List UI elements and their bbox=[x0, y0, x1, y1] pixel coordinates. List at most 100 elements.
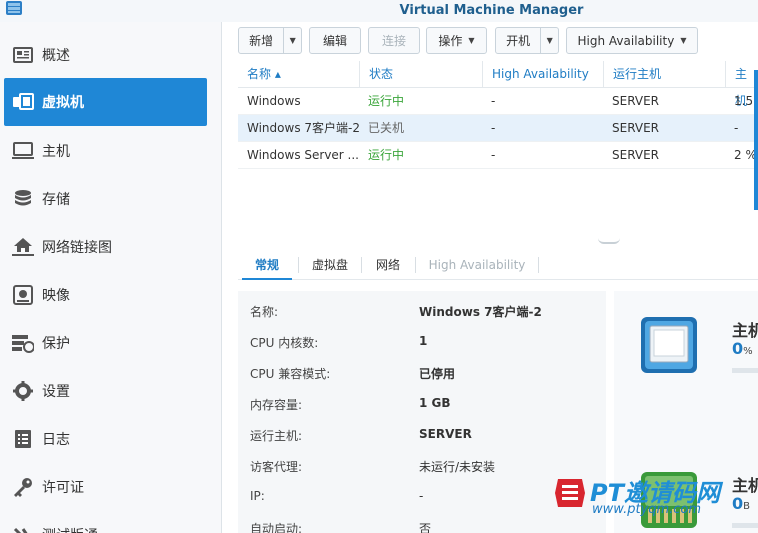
vm-table: 名称 ▴ 状态 High Availability 运行主机 主机 Window… bbox=[238, 61, 758, 231]
chevron-down-icon: ▼ bbox=[468, 36, 475, 45]
sidebar-item-label: 网络链接图 bbox=[42, 240, 112, 256]
tab-high-availability: High Availability bbox=[428, 258, 526, 272]
info-row-autostart: 自动启动: 否 bbox=[238, 513, 606, 533]
overview-icon bbox=[12, 44, 34, 66]
table-header: 名称 ▴ 状态 High Availability 运行主机 主机 bbox=[238, 61, 758, 108]
power-on-button[interactable]: 开机 bbox=[496, 28, 542, 53]
info-label: CPU 内核数: bbox=[250, 336, 319, 350]
table-row[interactable]: Windows 7客户端-2 已关机 - SERVER - bbox=[238, 115, 758, 142]
power-on-button-group: 开机 ▼ bbox=[495, 27, 559, 54]
tab-virtual-disk[interactable]: 虚拟盘 bbox=[300, 250, 360, 280]
edit-button[interactable]: 编辑 bbox=[309, 27, 361, 54]
vm-host: SERVER bbox=[612, 94, 660, 108]
tab-general[interactable]: 常规 bbox=[242, 250, 292, 280]
column-header-status[interactable]: 状态 bbox=[359, 61, 482, 88]
chevron-down-icon[interactable]: ▼ bbox=[284, 28, 301, 53]
info-row-running-host: 运行主机: SERVER bbox=[238, 420, 606, 451]
sidebar-item-overview[interactable]: 概述 bbox=[4, 31, 207, 79]
high-availability-button-label: High Availability bbox=[577, 33, 675, 48]
info-value: Windows 7客户端-2 bbox=[419, 305, 542, 319]
app-title: Virtual Machine Manager bbox=[399, 3, 584, 18]
table-scrollbar[interactable] bbox=[754, 70, 758, 210]
info-label: IP: bbox=[250, 489, 265, 503]
column-header-name[interactable]: 名称 ▴ bbox=[238, 61, 359, 88]
info-value: 1 bbox=[419, 334, 428, 348]
vm-name: Windows bbox=[247, 94, 301, 108]
sidebar-item-storage[interactable]: 存储 bbox=[4, 175, 207, 223]
sidebar-item-label: 保护 bbox=[42, 336, 70, 352]
table-row[interactable]: Windows Server ... 运行中 - SERVER 2 % bbox=[238, 142, 758, 169]
sidebar-item-virtual-machine[interactable]: 虚拟机 bbox=[4, 78, 207, 126]
tab-divider bbox=[415, 257, 416, 273]
tab-network[interactable]: 网络 bbox=[363, 250, 413, 280]
sidebar-item-image[interactable]: 映像 bbox=[4, 271, 207, 319]
vm-status: 运行中 bbox=[368, 94, 405, 108]
tab-divider bbox=[298, 257, 299, 273]
tab-divider bbox=[538, 257, 539, 273]
info-row-name: 名称: Windows 7客户端-2 bbox=[238, 296, 606, 327]
protection-icon bbox=[12, 332, 34, 354]
action-button[interactable]: 操作 ▼ bbox=[426, 27, 487, 54]
sidebar-item-host[interactable]: 主机 bbox=[4, 127, 207, 175]
watermark: PT邀请码网 www.ptyqm.com bbox=[552, 474, 758, 524]
panel-splitter-handle[interactable] bbox=[598, 238, 620, 244]
info-value: 否 bbox=[419, 522, 432, 533]
info-label: 自动启动: bbox=[250, 522, 303, 533]
sidebar-item-label: 日志 bbox=[42, 432, 70, 448]
info-label: 运行主机: bbox=[250, 429, 303, 443]
info-label: CPU 兼容模式: bbox=[250, 367, 331, 381]
info-row-memory: 内存容量: 1 GB bbox=[238, 389, 606, 420]
sidebar-item-label: 概述 bbox=[42, 48, 70, 64]
vm-status: 已关机 bbox=[368, 121, 405, 135]
sidebar-item-label: 测试版通 bbox=[42, 525, 98, 533]
info-row-guest-agent: 访客代理: 未运行/未安装 bbox=[238, 451, 606, 482]
sidebar-item-network[interactable]: 网络链接图 bbox=[4, 223, 207, 271]
sidebar-item-label: 许可证 bbox=[42, 480, 84, 496]
info-value: SERVER bbox=[419, 427, 472, 441]
sidebar-item-label: 映像 bbox=[42, 288, 70, 304]
info-label: 内存容量: bbox=[250, 398, 303, 412]
sidebar-item-settings[interactable]: 设置 bbox=[4, 367, 207, 415]
sidebar-item-protection[interactable]: 保护 bbox=[4, 319, 207, 367]
vm-host: SERVER bbox=[612, 121, 660, 135]
info-label: 访客代理: bbox=[250, 460, 303, 474]
vm-ha: - bbox=[491, 148, 496, 162]
network-icon bbox=[12, 236, 34, 258]
chevron-down-icon[interactable]: ▼ bbox=[541, 28, 558, 53]
info-value: - bbox=[419, 489, 424, 503]
connect-button: 连接 bbox=[368, 27, 420, 54]
sidebar-item-log[interactable]: 日志 bbox=[4, 415, 207, 463]
vm-ha: - bbox=[491, 121, 496, 135]
image-icon bbox=[12, 284, 34, 306]
vm-host: SERVER bbox=[612, 148, 660, 162]
vm-info-panel: 名称: Windows 7客户端-2 CPU 内核数: 1 CPU 兼容模式: … bbox=[238, 291, 606, 533]
vm-name: Windows Server ... bbox=[247, 148, 359, 162]
sidebar: 概述 虚拟机 主机 存储 网络链接图 映像 保护 设置 日志 许可证 bbox=[0, 22, 222, 533]
settings-icon bbox=[12, 380, 34, 402]
vm-ha: - bbox=[491, 94, 496, 108]
info-row-ip: IP: - bbox=[238, 482, 606, 513]
new-button-group: 新增 ▼ bbox=[238, 27, 302, 54]
host-cpu-number: 0 bbox=[732, 339, 744, 358]
sidebar-item-license[interactable]: 许可证 bbox=[4, 463, 207, 511]
vm-status: 运行中 bbox=[368, 148, 405, 162]
beta-icon bbox=[12, 524, 34, 533]
new-button[interactable]: 新增 bbox=[239, 28, 285, 53]
host-cpu-value: 0% bbox=[732, 339, 753, 358]
sidebar-item-beta[interactable]: 测试版通 bbox=[4, 511, 207, 533]
host-icon bbox=[12, 140, 34, 162]
table-row[interactable]: Windows 运行中 - SERVER 1.5 bbox=[238, 88, 758, 115]
host-cpu-unit: % bbox=[743, 346, 753, 357]
column-header-ha[interactable]: High Availability bbox=[482, 61, 603, 88]
host-cpu-usage-bar bbox=[732, 368, 758, 373]
vm-name: Windows 7客户端-2 bbox=[247, 121, 359, 135]
chevron-down-icon: ▼ bbox=[680, 36, 687, 45]
virtual-machine-icon bbox=[12, 91, 34, 113]
host-cpu-title: 主机 bbox=[732, 321, 758, 340]
watermark-url: www.ptyqm.com bbox=[592, 502, 702, 517]
info-value: 已停用 bbox=[419, 367, 456, 381]
high-availability-button[interactable]: High Availability ▼ bbox=[566, 27, 698, 54]
column-header-host[interactable]: 运行主机 bbox=[603, 61, 725, 88]
sidebar-item-label: 主机 bbox=[42, 144, 70, 160]
cpu-icon bbox=[640, 316, 698, 374]
